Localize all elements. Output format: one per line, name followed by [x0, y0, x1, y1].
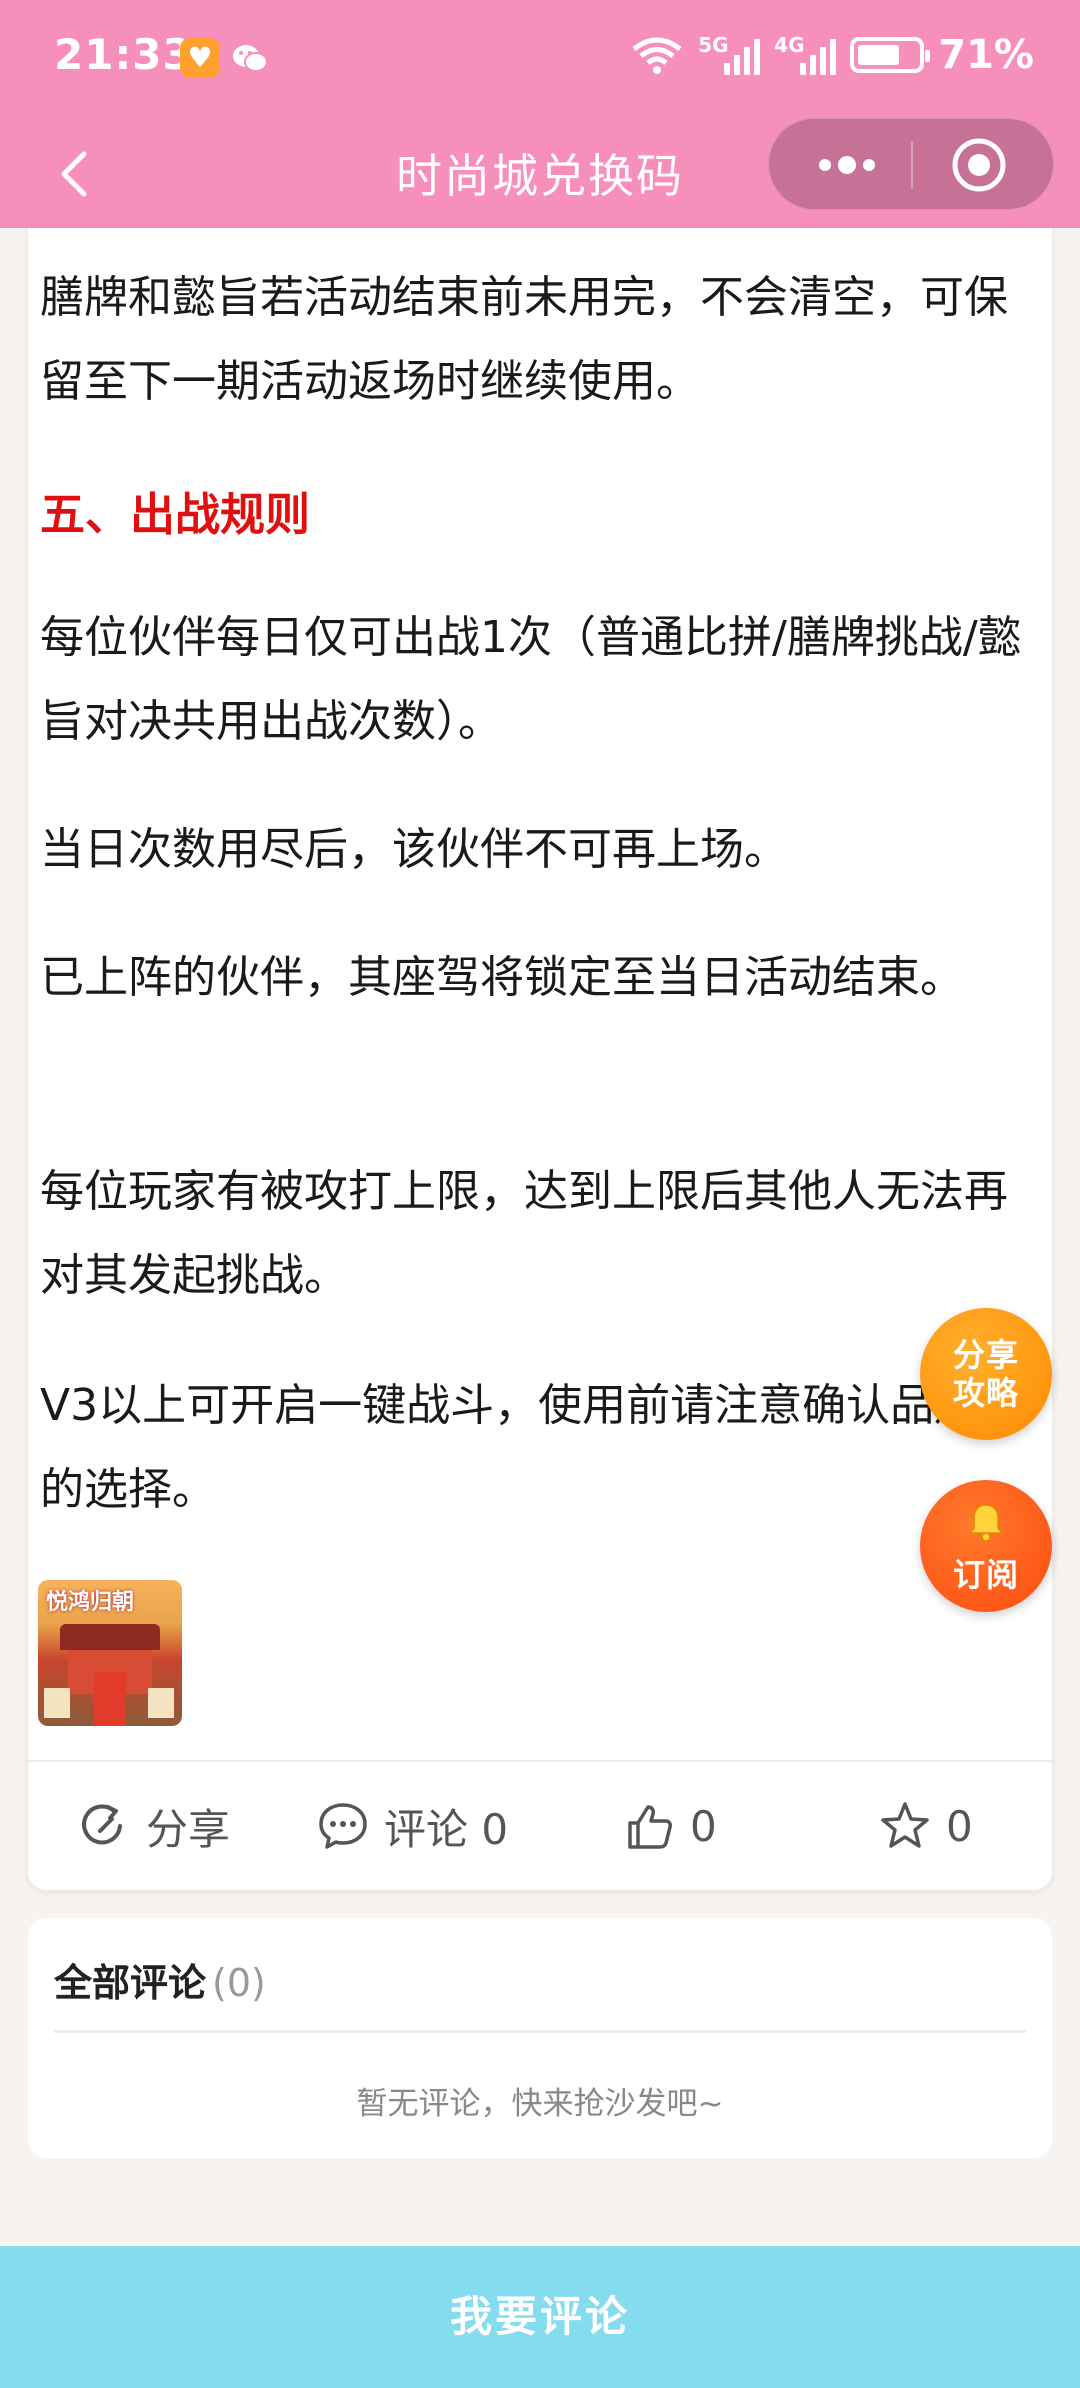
- subscribe-label: 订阅: [952, 1556, 1019, 1594]
- share-guide-label: 分享攻略: [952, 1336, 1019, 1412]
- figure-right: [148, 1688, 174, 1718]
- star-icon: [881, 1802, 929, 1848]
- rule-paragraph: 每位伙伴每日仅可出战1次（普通比拼/膳牌挑战/懿旨对决共用出战次数）。: [40, 612, 1022, 747]
- more-dots-icon[interactable]: [797, 137, 897, 193]
- article-image[interactable]: 悦鸿归朝: [38, 1580, 182, 1726]
- share-guide-button[interactable]: 分享攻略: [920, 1308, 1052, 1440]
- palace-roof: [60, 1624, 160, 1650]
- wifi-icon: [632, 37, 682, 74]
- status-indicators: 5G 4G 71%: [630, 30, 1034, 80]
- empty-comments-text: 暂无评论，快来抢沙发吧~: [356, 2086, 724, 2122]
- rule-paragraph: V3以上可开启一键战斗，使用前请注意确认品加成的选择。: [40, 1380, 1023, 1515]
- comments-header: 全部评论 (0): [54, 1952, 266, 2007]
- write-comment-button[interactable]: 我要评论: [0, 2246, 1080, 2388]
- image-logo-text: 悦鸿归朝: [46, 1590, 135, 1615]
- article-paragraph: 膳牌和懿旨若活动结束前未用完，不会清空，可保留至下一期活动返场时继续使用。: [40, 272, 1008, 407]
- comment-button[interactable]: 评论 0: [316, 1762, 508, 1890]
- bell-icon: [968, 1504, 1004, 1542]
- comments-count: (0): [212, 1961, 266, 2005]
- favorite-count: 0: [946, 1801, 973, 1851]
- rule-paragraph: 当日次数用尽后，该伙伴不可再上场。: [40, 824, 788, 875]
- bottom-bar: 我要评论: [0, 2246, 1080, 2388]
- signal-4g-icon: 4G: [774, 33, 837, 75]
- share-label: 分享: [146, 1804, 231, 1854]
- battery-icon: [850, 37, 931, 73]
- signal-5g-label: 5G: [698, 33, 729, 57]
- close-target-icon[interactable]: [947, 133, 1011, 197]
- share-icon: [82, 1804, 122, 1845]
- signal-4g-label: 4G: [774, 33, 805, 57]
- like-app-icon: ♥: [180, 38, 220, 78]
- capsule-divider: [911, 141, 913, 189]
- comments-title: 全部评论: [54, 1961, 207, 2005]
- rule-paragraph: 已上阵的伙伴，其座驾将锁定至当日活动结束。: [40, 952, 964, 1003]
- status-time: 21:33: [54, 30, 193, 79]
- comment-label: 评论 0: [384, 1804, 509, 1854]
- top-bar: 21:33 ♥ 5G 4G 71% 时尚城兑换码: [0, 0, 1080, 228]
- like-count: 0: [690, 1801, 717, 1851]
- title-bar: 时尚城兑换码: [0, 118, 1080, 228]
- battery-percent: 71%: [938, 32, 1034, 78]
- action-bar: 分享 评论 0 0 0: [28, 1762, 1052, 1890]
- wechat-icon: [233, 45, 268, 72]
- comment-icon: [319, 1803, 367, 1849]
- rule-paragraph: 每位玩家有被攻打上限，达到上限后其他人无法再对其发起挑战。: [40, 1166, 1008, 1301]
- thumbs-up-icon: [628, 1805, 672, 1849]
- signal-5g-icon: 5G: [698, 33, 761, 75]
- comments-divider: [54, 2030, 1026, 2033]
- status-bar: 21:33 ♥ 5G 4G 71%: [0, 0, 1080, 118]
- subscribe-button[interactable]: 订阅: [920, 1480, 1052, 1612]
- comments-section: 全部评论 (0) 暂无评论，快来抢沙发吧~: [28, 1918, 1052, 2158]
- like-button[interactable]: 0: [622, 1762, 717, 1890]
- article-card: 膳牌和懿旨若活动结束前未用完，不会清空，可保留至下一期活动返场时继续使用。 五、…: [28, 228, 1052, 1890]
- battery-fill: [858, 45, 900, 65]
- figure-left: [44, 1688, 70, 1718]
- share-button[interactable]: 分享: [78, 1762, 230, 1890]
- section-heading: 五、出战规则: [40, 488, 311, 541]
- red-carpet: [94, 1672, 126, 1726]
- favorite-button[interactable]: 0: [878, 1762, 973, 1890]
- miniprogram-capsule: [768, 118, 1054, 210]
